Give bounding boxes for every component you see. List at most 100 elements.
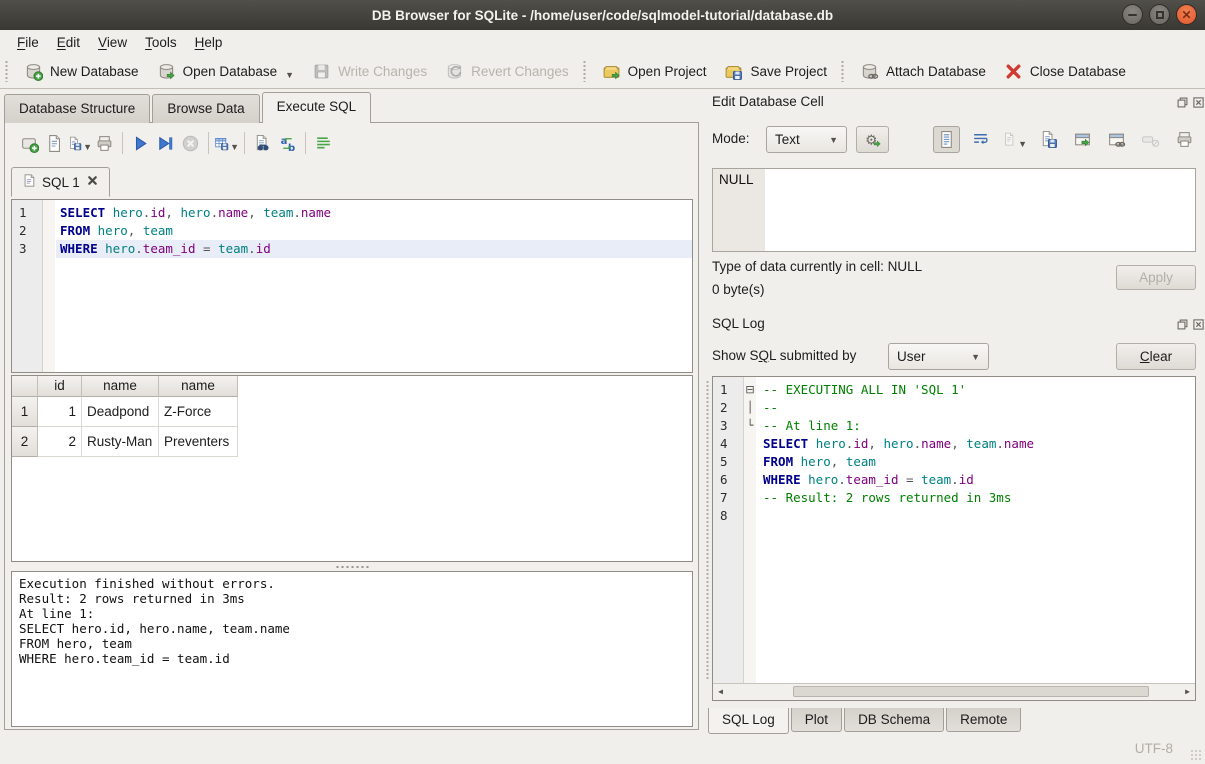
- bottom-tab-remote[interactable]: Remote: [946, 708, 1021, 732]
- cell-value-editor[interactable]: NULL: [712, 168, 1196, 252]
- fold-marker-icon[interactable]: │: [744, 399, 756, 417]
- execution-message-box[interactable]: Execution finished without errors. Resul…: [11, 571, 693, 727]
- new-database-button[interactable]: New Database: [15, 58, 148, 85]
- token-op: ,: [868, 436, 883, 451]
- table-cell[interactable]: Rusty-Man: [82, 427, 159, 457]
- clear-log-button[interactable]: Clear: [1116, 343, 1196, 370]
- column-header-name[interactable]: name: [82, 376, 159, 397]
- new-database-icon: [24, 62, 43, 81]
- open-database-icon: [157, 62, 176, 81]
- dock-drag-handle[interactable]: [705, 380, 710, 680]
- open-project-button[interactable]: Open Project: [593, 58, 716, 85]
- table-cell[interactable]: 1: [38, 397, 82, 427]
- print-icon[interactable]: [1171, 126, 1198, 153]
- column-header-name[interactable]: name: [159, 376, 238, 397]
- menu-view[interactable]: View: [89, 32, 136, 53]
- bottom-tab-sql-log[interactable]: SQL Log: [708, 708, 789, 734]
- print-icon[interactable]: [92, 131, 117, 155]
- word-wrap-icon[interactable]: [967, 126, 994, 153]
- line-number: 3: [12, 240, 42, 258]
- open-sql-file-icon[interactable]: [42, 131, 67, 155]
- toolbar-separator: [208, 132, 209, 154]
- sql-editor[interactable]: 1SELECT hero.id, hero.name, team.name2FR…: [11, 199, 693, 373]
- format-sql-icon[interactable]: [311, 131, 336, 155]
- maximize-button[interactable]: [1149, 4, 1170, 25]
- close-panel-icon[interactable]: [1192, 96, 1204, 108]
- token-op: .: [293, 205, 301, 220]
- results-message-splitter[interactable]: [11, 562, 693, 571]
- close-panel-icon[interactable]: [1192, 318, 1204, 330]
- line-number: 4: [713, 435, 743, 453]
- fold-marker-icon[interactable]: ⊟: [744, 381, 756, 399]
- export-icon[interactable]: [1035, 126, 1062, 153]
- copy-link-icon[interactable]: [1103, 126, 1130, 153]
- toolbar-drag-handle[interactable]: [4, 60, 9, 82]
- resize-grip-icon[interactable]: [1190, 749, 1202, 761]
- sql-log-filter-value: User: [897, 349, 963, 364]
- log-horizontal-scrollbar[interactable]: ◀ ▶: [713, 683, 1195, 700]
- toolbar-drag-handle[interactable]: [582, 60, 587, 82]
- tab-close-icon[interactable]: [86, 174, 99, 190]
- token-cmt: -- Result: 2 rows returned in 3ms: [763, 490, 1011, 505]
- fold-marker-icon[interactable]: └: [744, 417, 756, 435]
- tab-browse-data[interactable]: Browse Data: [152, 94, 259, 123]
- open-external-icon[interactable]: [1069, 126, 1096, 153]
- toolbar-drag-handle[interactable]: [840, 60, 845, 82]
- bottom-tab-db-schema[interactable]: DB Schema: [844, 708, 944, 732]
- sql-log-filter-select[interactable]: User ▼: [888, 343, 989, 370]
- menu-file[interactable]: File: [8, 32, 48, 53]
- code-text: -- At line 1:: [761, 417, 1195, 435]
- float-panel-icon[interactable]: [1176, 96, 1188, 108]
- results-header-row: idnamename: [12, 376, 692, 397]
- float-panel-icon[interactable]: [1176, 318, 1188, 330]
- find-icon[interactable]: [250, 131, 275, 155]
- column-header-id[interactable]: id: [38, 376, 82, 397]
- attach-database-button[interactable]: Attach Database: [851, 58, 995, 85]
- import-icon: ▼: [1001, 126, 1028, 153]
- execute-all-icon[interactable]: [128, 131, 153, 155]
- token-tbl: team: [921, 472, 951, 487]
- apply-button: Apply: [1116, 265, 1196, 290]
- row-number-cell[interactable]: 2: [12, 427, 38, 457]
- menu-edit[interactable]: Edit: [48, 32, 89, 53]
- toolbar-button-label: Save Project: [750, 64, 827, 79]
- titlebar[interactable]: DB Browser for SQLite - /home/user/code/…: [0, 0, 1205, 30]
- apply-mode-button[interactable]: ⚙: [856, 126, 889, 153]
- token-op: .: [838, 472, 846, 487]
- scroll-left-icon[interactable]: ◀: [713, 684, 728, 699]
- text-mode-icon[interactable]: [933, 126, 960, 153]
- open-database-button[interactable]: Open Database▼: [148, 58, 304, 85]
- scrollbar-thumb[interactable]: [793, 686, 1149, 697]
- table-cell[interactable]: 2: [38, 427, 82, 457]
- bottom-tab-plot[interactable]: Plot: [791, 708, 842, 732]
- results-grid[interactable]: idnamename 11DeadpondZ-Force22Rusty-ManP…: [11, 375, 693, 562]
- execute-current-line-icon[interactable]: [153, 131, 178, 155]
- minimize-button[interactable]: [1122, 4, 1143, 25]
- close-button[interactable]: ✕: [1176, 4, 1197, 25]
- menu-help[interactable]: Help: [186, 32, 232, 53]
- token-tbl: team: [966, 436, 996, 451]
- token-fld: team_id: [143, 241, 196, 256]
- row-number-cell[interactable]: 1: [12, 397, 38, 427]
- tab-database-structure[interactable]: Database Structure: [4, 94, 150, 123]
- table-cell[interactable]: Z-Force: [159, 397, 238, 427]
- menu-tools[interactable]: Tools: [136, 32, 186, 53]
- sql-log-view[interactable]: 1⊟-- EXECUTING ALL IN 'SQL 1'2│--3└-- At…: [712, 376, 1196, 701]
- save-sql-file-icon[interactable]: ▼: [67, 131, 92, 155]
- svg-text:a: a: [281, 136, 288, 147]
- save-project-button[interactable]: Save Project: [715, 58, 836, 85]
- tab-execute-sql[interactable]: Execute SQL: [262, 92, 372, 123]
- cell-mode-select[interactable]: Text ▼: [766, 126, 847, 153]
- find-replace-icon[interactable]: ab: [275, 131, 300, 155]
- scroll-right-icon[interactable]: ▶: [1180, 684, 1195, 699]
- encoding-indicator: UTF-8: [1135, 741, 1173, 756]
- chevron-down-icon: ▼: [83, 142, 92, 152]
- table-cell[interactable]: Preventers: [159, 427, 238, 457]
- code-line-6: 6WHERE hero.team_id = team.id: [713, 471, 1195, 489]
- toolbar-separator: [305, 132, 306, 154]
- save-results-icon[interactable]: ▼: [214, 131, 239, 155]
- table-cell[interactable]: Deadpond: [82, 397, 159, 427]
- close-database-button[interactable]: Close Database: [995, 58, 1135, 85]
- sql-file-tab-sql-1[interactable]: SQL 1: [11, 167, 110, 197]
- new-sql-tab-icon[interactable]: [17, 131, 42, 155]
